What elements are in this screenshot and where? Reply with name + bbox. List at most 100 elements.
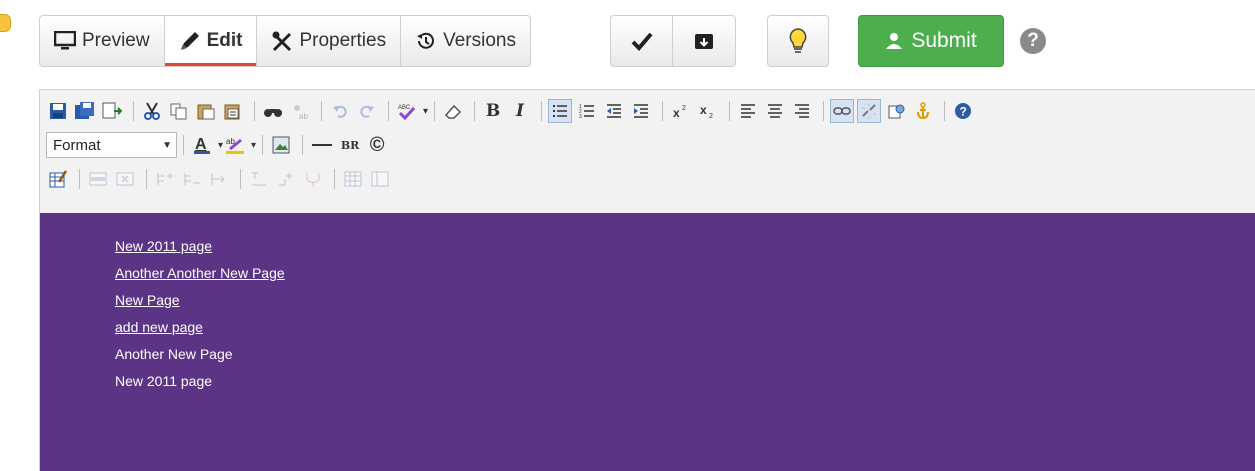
- background-color-dropdown-icon[interactable]: ▾: [251, 140, 256, 151]
- line-break-label: BR: [340, 138, 360, 152]
- hint-button[interactable]: [768, 16, 828, 66]
- corner-tab[interactable]: [0, 14, 11, 32]
- superscript-icon[interactable]: x2: [669, 99, 693, 123]
- align-center-icon[interactable]: [763, 99, 787, 123]
- table-cell-icon[interactable]: [368, 167, 392, 191]
- save-all-icon[interactable]: [73, 99, 97, 123]
- format-select-value: Format: [53, 136, 101, 154]
- insert-table-icon[interactable]: [341, 167, 365, 191]
- insert-row-before-icon[interactable]: [86, 167, 110, 191]
- background-color-icon[interactable]: ab: [223, 133, 247, 157]
- text-color-icon[interactable]: A: [190, 133, 214, 157]
- archive-button[interactable]: [673, 16, 735, 66]
- subscript-icon[interactable]: x2: [696, 99, 720, 123]
- tab-versions[interactable]: Versions: [401, 16, 530, 66]
- svg-text:A: A: [195, 136, 207, 153]
- italic-label: I: [516, 101, 524, 121]
- tab-preview[interactable]: Preview: [40, 16, 165, 66]
- svg-text:ab: ab: [299, 112, 308, 120]
- eraser-icon[interactable]: [441, 99, 465, 123]
- anchor-icon[interactable]: [911, 99, 935, 123]
- link-icon[interactable]: [830, 99, 855, 123]
- templates-icon[interactable]: [100, 99, 124, 123]
- history-icon: [417, 32, 435, 49]
- spellcheck-dropdown-icon[interactable]: ▾: [423, 106, 428, 117]
- svg-text:ABC: ABC: [398, 105, 411, 111]
- toolbar-separator: [434, 101, 436, 121]
- bulleted-list-icon[interactable]: [548, 99, 573, 123]
- toolbar-separator: [262, 135, 264, 155]
- tab-properties-label: Properties: [299, 30, 387, 51]
- insert-column-after-icon[interactable]: [180, 167, 204, 191]
- svg-text:2: 2: [682, 105, 686, 112]
- save-icon[interactable]: [46, 99, 70, 123]
- page-link[interactable]: Another Another New Page: [115, 260, 1255, 287]
- page-link[interactable]: New 2011 page: [115, 233, 1255, 260]
- toolbar-separator: [729, 101, 731, 121]
- lightbulb-icon: [789, 28, 807, 53]
- tab-preview-label: Preview: [82, 30, 150, 51]
- save-actions: [610, 15, 736, 67]
- paste-text-icon[interactable]: [221, 99, 245, 123]
- merge-right-icon[interactable]: [301, 167, 325, 191]
- image-icon[interactable]: [269, 133, 293, 157]
- align-right-icon[interactable]: [790, 99, 814, 123]
- tab-edit-label: Edit: [206, 30, 243, 51]
- editor-content-area[interactable]: New 2011 page Another Another New Page N…: [40, 213, 1255, 471]
- delete-row-icon[interactable]: [113, 167, 137, 191]
- line-break-button[interactable]: BR: [338, 133, 362, 157]
- replace-icon[interactable]: ab: [288, 99, 312, 123]
- toolbar-separator: [146, 169, 147, 189]
- submit-button[interactable]: Submit: [858, 15, 1004, 67]
- page-link[interactable]: New Page: [115, 287, 1255, 314]
- pencil-icon: [180, 32, 199, 50]
- italic-button[interactable]: I: [508, 99, 532, 123]
- approve-button[interactable]: [611, 16, 673, 66]
- toolbar-separator: [944, 101, 946, 121]
- tab-edit[interactable]: Edit: [164, 16, 258, 66]
- cut-icon[interactable]: [140, 99, 164, 123]
- outdent-icon[interactable]: [602, 99, 626, 123]
- paste-icon[interactable]: [194, 99, 218, 123]
- anchor-link-icon[interactable]: [884, 99, 908, 123]
- redo-icon[interactable]: [355, 99, 379, 123]
- rich-text-editor: ab ABC ▾ B I 1 2 3 x 2 x 2 ? Format ▼ A …: [39, 89, 1255, 471]
- toolbar-separator: [240, 169, 241, 189]
- special-character-button[interactable]: ©: [365, 133, 389, 157]
- delete-column-icon[interactable]: [207, 167, 231, 191]
- align-left-icon[interactable]: [736, 99, 760, 123]
- page-text: New 2011 page: [115, 373, 213, 389]
- undo-icon[interactable]: [328, 99, 352, 123]
- numbered-list-icon[interactable]: 123: [575, 99, 599, 123]
- help-about-icon[interactable]: ?: [951, 99, 975, 123]
- toolbar-separator: [474, 101, 476, 121]
- split-cell-icon[interactable]: [247, 167, 271, 191]
- find-icon[interactable]: [261, 99, 285, 123]
- toolbar-separator: [302, 135, 304, 155]
- toolbar-separator: [133, 101, 134, 121]
- monitor-icon: [54, 31, 76, 50]
- svg-text:x: x: [673, 106, 680, 119]
- spellcheck-icon[interactable]: ABC: [395, 99, 419, 123]
- toolbar-separator: [388, 101, 389, 121]
- table-properties-icon[interactable]: [46, 167, 70, 191]
- toolbar-row-3: [40, 162, 1255, 196]
- insert-column-before-icon[interactable]: [153, 167, 177, 191]
- unlink-icon[interactable]: [857, 99, 882, 123]
- tools-icon: [272, 31, 292, 52]
- toolbar-separator: [541, 101, 543, 121]
- svg-text:?: ?: [960, 105, 967, 119]
- svg-text:2: 2: [709, 113, 713, 119]
- format-select[interactable]: Format ▼: [46, 132, 177, 158]
- svg-text:x: x: [700, 103, 707, 117]
- bold-button[interactable]: B: [481, 99, 505, 123]
- hint-group: [767, 15, 829, 67]
- help-icon[interactable]: ?: [1020, 28, 1046, 54]
- horizontal-rule-icon[interactable]: [309, 133, 335, 157]
- merge-cells-icon[interactable]: [274, 167, 298, 191]
- page-link[interactable]: add new page: [115, 314, 1255, 341]
- submit-label: Submit: [911, 29, 977, 52]
- indent-icon[interactable]: [629, 99, 653, 123]
- tab-properties[interactable]: Properties: [257, 16, 402, 66]
- copy-icon[interactable]: [167, 99, 191, 123]
